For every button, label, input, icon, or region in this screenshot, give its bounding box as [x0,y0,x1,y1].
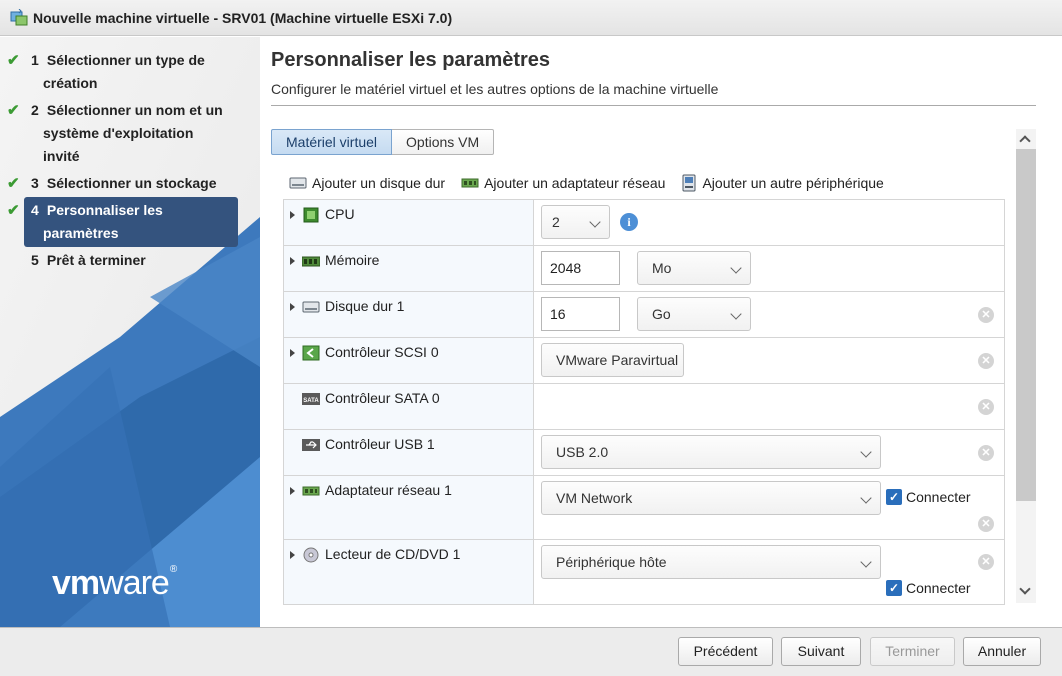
device-label-cell: SATA Contrôleur SATA 0 [284,384,534,429]
device-value-cell: USB 2.0 ✕ [534,430,1004,475]
device-value-cell: 2 i [534,200,1004,245]
memory-unit-select[interactable]: Mo [637,251,751,285]
add-network-adapter-button[interactable]: Ajouter un adaptateur réseau [461,175,665,191]
cdrom-select[interactable]: Périphérique hôte [541,545,881,579]
info-icon[interactable]: i [620,213,638,231]
device-toolbar: Ajouter un disque dur Ajouter un adaptat… [289,174,884,192]
device-row-cpu: CPU 2 i [284,200,1004,246]
device-label-cell: CPU [284,200,534,245]
remove-device-icon[interactable]: ✕ [978,554,994,570]
memory-icon [302,256,320,267]
hardware-panel: Ajouter un disque dur Ajouter un adaptat… [271,165,1039,609]
wizard-step-5[interactable]: 5 Prêt à terminer [24,247,238,274]
expand-caret-icon[interactable] [290,349,295,357]
wizard-step-3[interactable]: ✔ 3 Sélectionner un stockage [7,170,238,197]
sata-controller-icon: SATA [302,393,320,405]
expand-caret-icon[interactable] [290,211,295,219]
device-icon [682,174,696,192]
device-value-cell: 16 Go ✕ [534,292,1004,337]
device-label-cell: Lecteur de CD/DVD 1 [284,540,534,604]
cdrom-connect-checkbox[interactable]: ✓ [886,580,902,596]
cd-dvd-icon [303,547,319,563]
wizard-step-1[interactable]: ✔ 1 Sélectionner un type de création [7,47,238,97]
svg-text:SATA: SATA [303,398,319,404]
add-disk-button[interactable]: Ajouter un disque dur [289,175,445,191]
check-icon: ✔ [7,102,20,119]
scrollbar-thumb[interactable] [1016,149,1036,501]
device-row-memory: Mémoire 2048 Mo [284,246,1004,292]
expand-caret-icon[interactable] [290,257,295,265]
previous-button[interactable]: Précédent [678,637,773,666]
wizard-step-2[interactable]: ✔ 2 Sélectionner un nom et un système d'… [7,97,238,170]
network-connect-label: Connecter [906,489,971,505]
cancel-button[interactable]: Annuler [963,637,1041,666]
wizard-sidebar: ✔ 1 Sélectionner un type de création ✔ 2… [0,37,260,627]
device-row-network: Adaptateur réseau 1 VM Network ✓ Connect… [284,476,1004,540]
device-row-sata: SATA Contrôleur SATA 0 ✕ [284,384,1004,430]
device-value-cell: 2048 Mo [534,246,1004,291]
remove-device-icon[interactable]: ✕ [978,516,994,532]
scroll-down-arrow-icon[interactable] [1019,583,1031,595]
wizard-steps: ✔ 1 Sélectionner un type de création ✔ 2… [0,47,260,274]
device-value-cell: ✕ [534,384,1004,429]
window-title: Nouvelle machine virtuelle - SRV01 (Mach… [33,9,453,26]
cdrom-connect-label: Connecter [906,580,971,596]
remove-device-icon[interactable]: ✕ [978,399,994,415]
network-select[interactable]: VM Network [541,481,881,515]
wizard-footer: Précédent Suivant Terminer Annuler [0,627,1062,676]
network-adapter-icon [461,178,479,188]
disk-unit-select[interactable]: Go [637,297,751,331]
device-row-usb: Contrôleur USB 1 USB 2.0 ✕ [284,430,1004,476]
tab-vm-options[interactable]: Options VM [392,129,495,155]
disk-size-input[interactable]: 16 [541,297,620,331]
device-label-cell: Disque dur 1 [284,292,534,337]
divider [271,105,1036,106]
check-icon: ✔ [7,52,20,69]
scroll-up-arrow-icon[interactable] [1019,135,1031,147]
device-row-disk: Disque dur 1 16 Go ✕ [284,292,1004,338]
page-subtitle: Configurer le matériel virtuel et les au… [271,81,719,97]
device-label-cell: Mémoire [284,246,534,291]
expand-caret-icon[interactable] [290,551,295,559]
expand-caret-icon[interactable] [290,303,295,311]
scsi-type-select[interactable]: VMware Paravirtual [541,343,684,377]
memory-size-input[interactable]: 2048 [541,251,620,285]
cpu-count-select[interactable]: 2 [541,205,610,239]
next-button[interactable]: Suivant [781,637,861,666]
wizard-step-4[interactable]: ✔ 4 Personnaliser les paramètres [7,197,238,247]
scsi-controller-icon [302,345,320,361]
device-value-cell: VM Network ✓ Connecter ✕ [534,476,1004,539]
add-other-device-button[interactable]: Ajouter un autre périphérique [681,174,884,192]
vmware-logo: vmware® [52,564,177,602]
device-label-cell: Contrôleur SCSI 0 [284,338,534,383]
check-icon: ✔ [7,175,20,192]
remove-device-icon[interactable]: ✕ [978,307,994,323]
network-connect-checkbox[interactable]: ✓ [886,489,902,505]
main-panel: Personnaliser les paramètres Configurer … [260,37,1062,627]
device-label-cell: Contrôleur USB 1 [284,430,534,475]
title-bar: Nouvelle machine virtuelle - SRV01 (Mach… [0,0,1062,36]
hard-disk-icon [289,177,307,189]
usb-type-select[interactable]: USB 2.0 [541,435,881,469]
page-title: Personnaliser les paramètres [271,49,551,71]
expand-caret-icon[interactable] [290,487,295,495]
device-row-scsi: Contrôleur SCSI 0 VMware Paravirtual ✕ [284,338,1004,384]
usb-controller-icon [302,439,320,451]
hard-disk-icon [302,301,320,313]
finish-button[interactable]: Terminer [870,637,955,666]
vm-window-icon [10,8,28,27]
tab-bar: Matériel virtuel Options VM [271,129,495,155]
device-value-cell: VMware Paravirtual ✕ [534,338,1004,383]
device-value-cell: Périphérique hôte ✕ ✓ Connecter [534,540,1004,604]
remove-device-icon[interactable]: ✕ [978,353,994,369]
tab-virtual-hardware[interactable]: Matériel virtuel [271,129,393,155]
device-grid: CPU 2 i Mémoire 2048 Mo Disque dur 1 16 … [283,199,1005,605]
device-row-cdrom: Lecteur de CD/DVD 1 Périphérique hôte ✕ … [284,540,1004,604]
check-icon: ✔ [7,202,20,219]
device-label-cell: Adaptateur réseau 1 [284,476,534,539]
remove-device-icon[interactable]: ✕ [978,445,994,461]
vertical-scrollbar[interactable] [1016,129,1036,603]
network-adapter-icon [302,486,320,496]
cpu-icon [303,207,319,223]
